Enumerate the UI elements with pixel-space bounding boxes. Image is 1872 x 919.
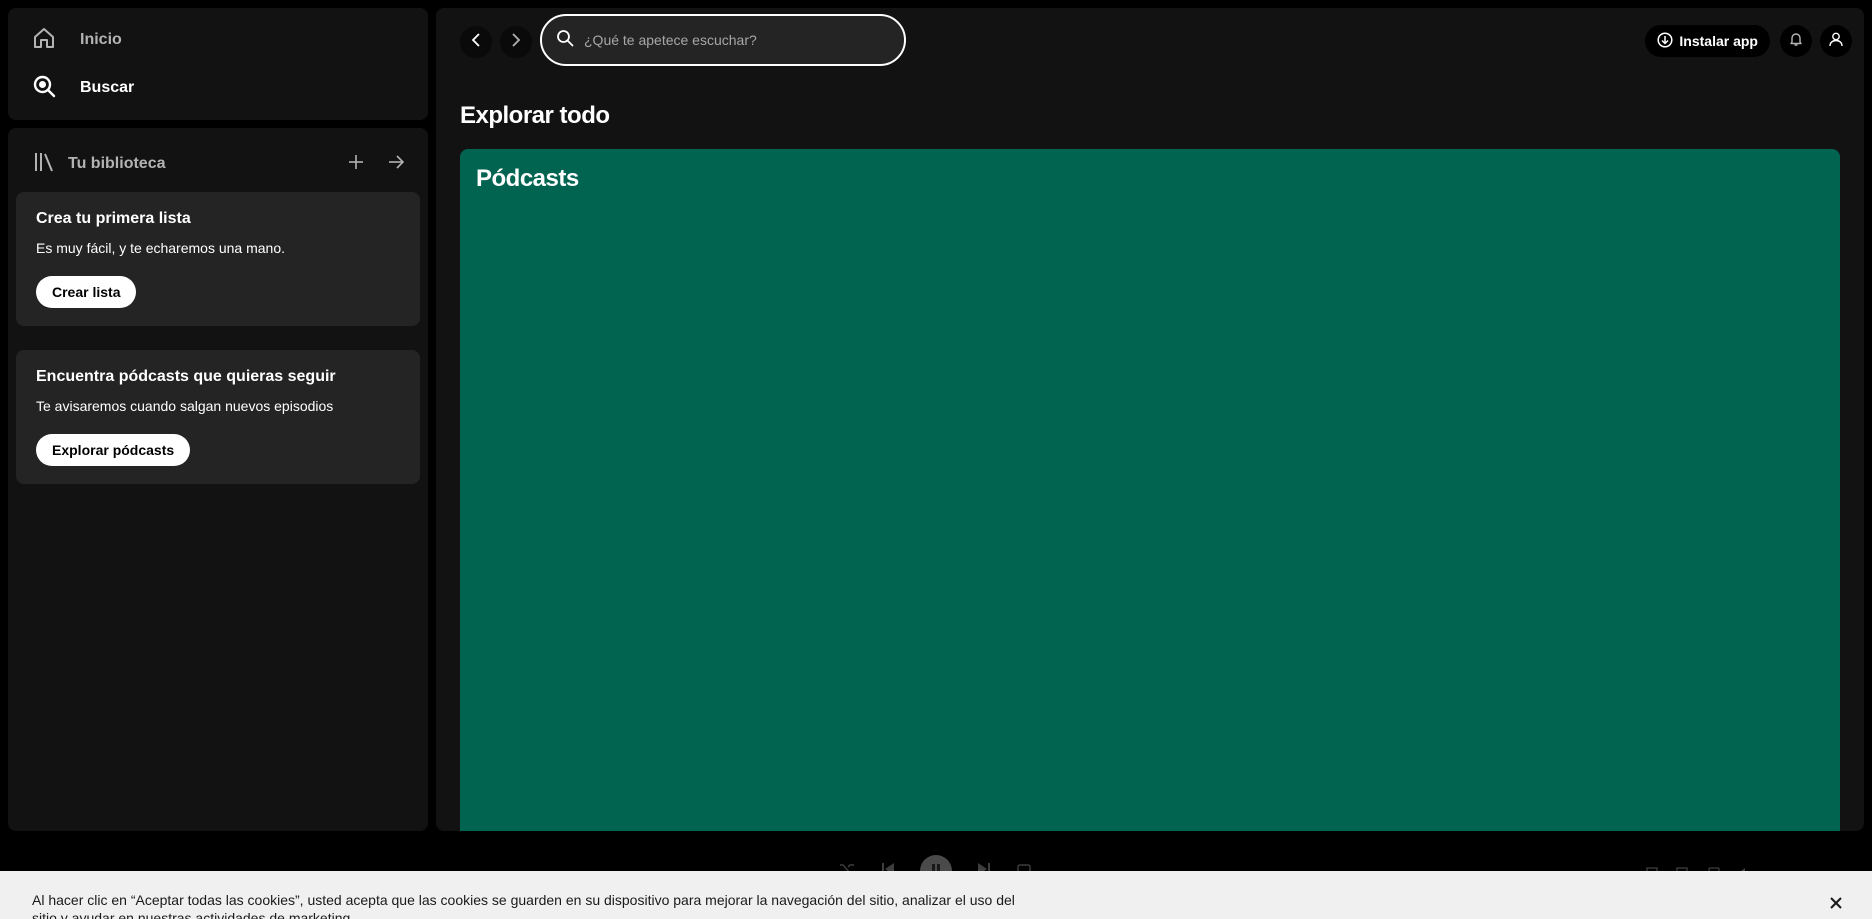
library-header: Tu biblioteca: [32, 144, 412, 184]
profile-button[interactable]: [1820, 25, 1852, 57]
search-bar: [540, 14, 906, 66]
library-title: Tu biblioteca: [68, 155, 166, 172]
nav-search-label: Buscar: [80, 79, 135, 96]
expand-library-button[interactable]: [380, 148, 412, 180]
forward-button[interactable]: [500, 26, 532, 58]
nav-home[interactable]: Inicio: [32, 20, 412, 60]
category-card-podcasts[interactable]: Pódcasts: [460, 149, 1840, 831]
create-playlist-button[interactable]: [340, 148, 372, 180]
download-icon: [1657, 31, 1673, 51]
bell-icon: [1788, 31, 1804, 52]
library-icon: [32, 150, 56, 179]
nav-home-label: Inicio: [80, 31, 122, 48]
main-panel: Instalar app Explorar todo Pódcasts: [436, 8, 1864, 831]
sidebar-nav: Inicio Buscar: [8, 8, 428, 120]
back-button[interactable]: [460, 26, 492, 58]
arrow-right-icon: [387, 153, 405, 176]
install-app-button[interactable]: Instalar app: [1645, 25, 1770, 57]
chevron-right-icon: [508, 32, 524, 53]
home-icon: [32, 26, 56, 55]
card-text: Te avisaremos cuando salgan nuevos episo…: [36, 398, 334, 414]
category-title: Pódcasts: [476, 165, 579, 192]
cookie-close-button[interactable]: [1824, 893, 1848, 917]
section-title: Explorar todo: [460, 102, 610, 129]
cookie-banner-text: Al hacer clic en “Aceptar todas las cook…: [32, 892, 1015, 919]
search-icon: [556, 29, 574, 52]
nav-search[interactable]: Buscar: [32, 68, 412, 108]
chevron-left-icon: [468, 32, 484, 53]
notifications-button[interactable]: [1780, 25, 1812, 57]
user-icon: [1828, 31, 1844, 52]
search-input[interactable]: [584, 32, 884, 48]
close-icon: [1828, 895, 1844, 916]
card-text: Es muy fácil, y te echaremos una mano.: [36, 240, 285, 256]
search-icon: [32, 74, 56, 103]
card-title: Crea tu primera lista: [36, 210, 191, 227]
find-podcasts-card: Encuentra pódcasts que quieras seguir Te…: [16, 350, 420, 484]
library-toggle[interactable]: Tu biblioteca: [32, 150, 165, 179]
install-app-label: Instalar app: [1679, 33, 1758, 49]
library-panel: Tu biblioteca Crea tu primera lista Es m…: [8, 128, 428, 831]
card-title: Encuentra pódcasts que quieras seguir: [36, 368, 336, 385]
create-list-button[interactable]: Crear lista: [36, 276, 137, 308]
spotify-app: Inicio Buscar Tu biblioteca Crea tu prim…: [0, 0, 1872, 919]
cookie-banner: Al hacer clic en “Aceptar todas las cook…: [0, 871, 1872, 919]
browse-podcasts-button[interactable]: Explorar pódcasts: [36, 434, 191, 466]
plus-icon: [347, 153, 365, 176]
create-playlist-card: Crea tu primera lista Es muy fácil, y te…: [16, 192, 420, 326]
